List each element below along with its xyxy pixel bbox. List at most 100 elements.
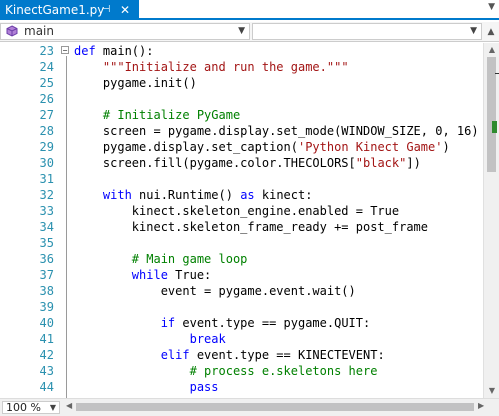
code-line[interactable]: 40 if event.type == pygame.QUIT: — [0, 315, 483, 331]
code-token: # Initialize PyGame — [102, 108, 241, 122]
scroll-right-icon[interactable]: ▶ — [478, 401, 484, 410]
line-number: 28 — [39, 124, 54, 138]
code-line[interactable]: 41 break — [0, 331, 483, 347]
line-number: 37 — [39, 268, 54, 282]
pin-icon[interactable]: ⊣ — [99, 0, 113, 20]
line-number: 30 — [39, 156, 54, 170]
code-text: pygame.display.set_caption('Python Kinec… — [74, 139, 450, 155]
code-token: event = pygame.event.wait() — [74, 284, 356, 298]
line-number: 25 — [39, 76, 54, 90]
code-text: # process e.skeletons here — [74, 363, 378, 379]
vertical-scrollbar[interactable]: ▲ ▼ — [483, 43, 499, 398]
line-number: 35 — [39, 236, 54, 250]
code-token: kinect.skeleton_frame_ready += post_fram… — [74, 220, 429, 234]
code-text: event = pygame.event.wait() — [74, 283, 356, 299]
code-line[interactable]: 42 elif event.type == KINECTEVENT: — [0, 347, 483, 363]
code-line[interactable]: 43 # process e.skeletons here — [0, 363, 483, 379]
code-text: while True: — [74, 267, 211, 283]
code-token: pygame.display.set_caption( — [74, 140, 298, 154]
code-token: "black" — [355, 156, 407, 170]
code-token: elif — [160, 348, 190, 362]
line-number: 40 — [39, 316, 54, 330]
code-line[interactable]: 23− def main(): — [0, 43, 483, 59]
line-number: 29 — [39, 140, 54, 154]
code-token: main(): — [95, 44, 154, 58]
code-line[interactable]: 25 pygame.init() — [0, 75, 483, 91]
code-line[interactable]: 44 pass — [0, 379, 483, 395]
document-tab[interactable]: KinectGame1.py ⊣ ✕ — [0, 0, 139, 20]
line-number: 43 — [39, 364, 54, 378]
code-text: elif event.type == KINECTEVENT: — [74, 347, 385, 363]
line-number: 33 — [39, 204, 54, 218]
code-token: def — [74, 44, 96, 58]
scroll-up-icon[interactable]: ▲ — [484, 43, 499, 57]
line-number: 27 — [39, 108, 54, 122]
tab-title: KinectGame1.py — [5, 3, 105, 17]
editor-status-bar: 100 % ▼ ◀ ▶ — [0, 398, 499, 416]
horizontal-scroll-thumb[interactable] — [76, 403, 474, 411]
code-text: """Initialize and run the game.""" — [74, 59, 349, 75]
document-tab-strip: KinectGame1.py ⊣ ✕ ▼ — [0, 0, 499, 20]
code-text: kinect.skeleton_frame_ready += post_fram… — [74, 219, 428, 235]
vertical-scroll-thumb[interactable] — [487, 57, 496, 172]
line-number: 26 — [39, 92, 54, 106]
code-token: ]) — [406, 156, 421, 170]
zoom-dropdown[interactable]: 100 % ▼ — [2, 401, 60, 414]
collapse-icon[interactable]: − — [61, 46, 69, 55]
line-number: 23 — [39, 44, 54, 58]
code-token: # Main game loop — [131, 252, 248, 266]
code-line[interactable]: 37 while True: — [0, 267, 483, 283]
code-line[interactable]: 33 kinect.skeleton_engine.enabled = True — [0, 203, 483, 219]
code-line[interactable]: 34 kinect.skeleton_frame_ready += post_f… — [0, 219, 483, 235]
code-text: # Initialize PyGame — [74, 107, 240, 123]
code-line[interactable]: 29 pygame.display.set_caption('Python Ki… — [0, 139, 483, 155]
caret-marker — [495, 73, 499, 74]
code-line[interactable]: 30 screen.fill(pygame.color.THECOLORS["b… — [0, 155, 483, 171]
tab-list-dropdown-icon[interactable]: ▼ — [488, 2, 495, 12]
scroll-left-icon[interactable]: ◀ — [66, 401, 72, 410]
code-line[interactable]: 28 screen = pygame.display.set_mode(WIND… — [0, 123, 483, 139]
scope-dropdown[interactable]: ▼ — [252, 23, 482, 40]
code-token: as — [240, 188, 255, 202]
code-line[interactable]: 24 """Initialize and run the game.""" — [0, 59, 483, 75]
code-line[interactable]: 38 event = pygame.event.wait() — [0, 283, 483, 299]
code-line[interactable]: 32 with nui.Runtime() as kinect: — [0, 187, 483, 203]
member-dropdown-value: main — [24, 24, 54, 38]
code-text: pass — [74, 379, 219, 395]
code-text: screen.fill(pygame.color.THECOLORS["blac… — [74, 155, 421, 171]
code-text: if event.type == pygame.QUIT: — [74, 315, 371, 331]
scroll-down-icon[interactable]: ▼ — [484, 384, 499, 398]
change-marker — [492, 121, 497, 133]
zoom-value: 100 % — [6, 401, 41, 414]
code-line[interactable]: 31 — [0, 171, 483, 187]
line-number: 42 — [39, 348, 54, 362]
code-token: ) — [442, 140, 450, 154]
code-line[interactable]: 39 — [0, 299, 483, 315]
function-cube-icon — [6, 25, 18, 37]
code-text: screen = pygame.display.set_mode(WINDOW_… — [74, 123, 479, 139]
code-token: pygame.init() — [74, 76, 197, 90]
code-line[interactable]: 36 # Main game loop — [0, 251, 483, 267]
code-line[interactable]: 27 # Initialize PyGame — [0, 107, 483, 123]
code-text: kinect.skeleton_engine.enabled = True — [74, 203, 399, 219]
code-token: while — [131, 268, 168, 282]
code-token: 'Python Kinect Game' — [297, 140, 443, 154]
code-line[interactable]: 26 — [0, 91, 483, 107]
code-editor[interactable]: 23− def main(): 24 """Initialize and run t… — [0, 43, 483, 398]
close-icon[interactable]: ✕ — [118, 0, 132, 20]
code-line[interactable]: 35 — [0, 235, 483, 251]
code-token: nui.Runtime() — [131, 188, 241, 202]
line-number: 32 — [39, 188, 54, 202]
code-token: True: — [167, 268, 212, 282]
member-dropdown[interactable]: main ▼ — [0, 23, 250, 40]
code-token: """Initialize and run the game.""" — [102, 60, 349, 74]
code-token: kinect: — [254, 188, 313, 202]
code-token: break — [189, 332, 226, 346]
code-token: event.type == KINECTEVENT: — [189, 348, 385, 362]
split-window-icon[interactable]: ▲▼ — [485, 24, 497, 53]
